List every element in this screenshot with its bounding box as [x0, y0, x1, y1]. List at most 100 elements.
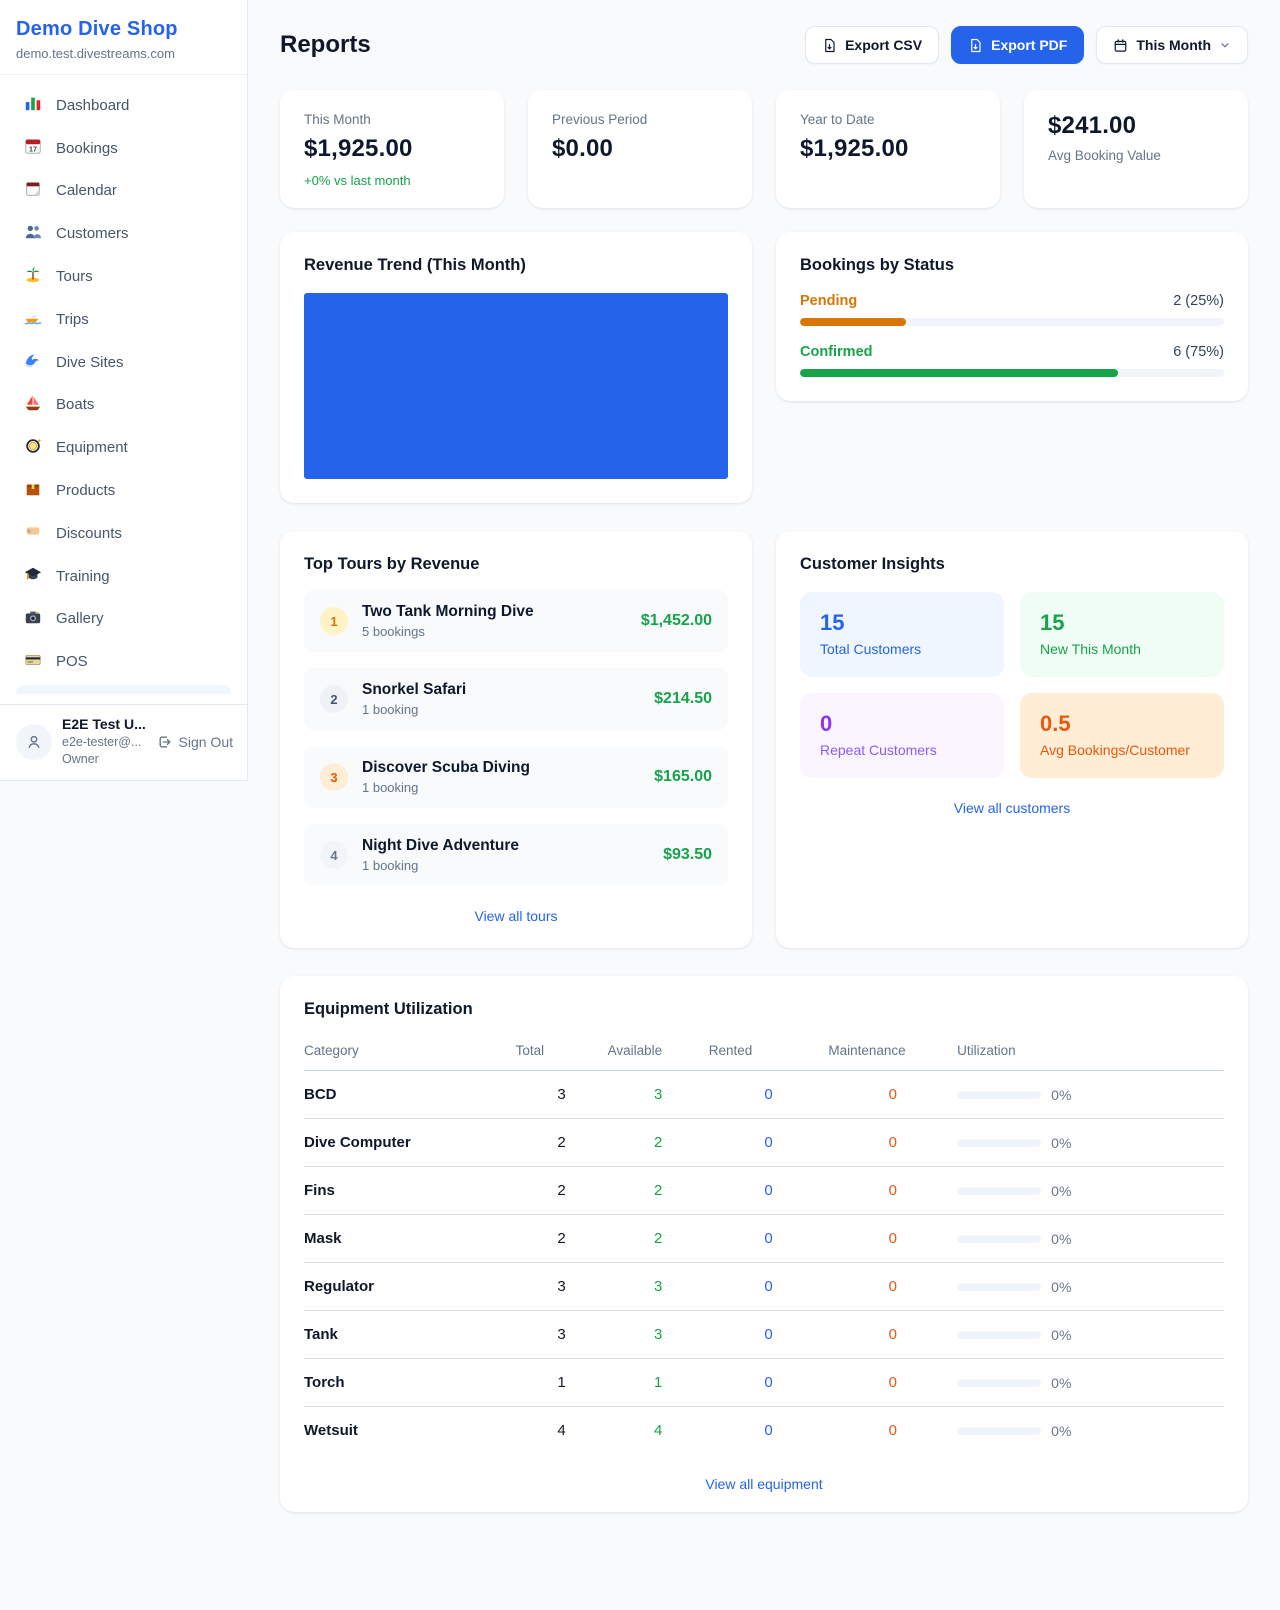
sidebar-item-label: Dashboard: [56, 97, 129, 114]
status-label: Pending: [800, 293, 857, 309]
sidebar-item-customers[interactable]: Customers: [8, 212, 239, 255]
export-pdf-label: Export PDF: [991, 37, 1067, 53]
tour-amount: $1,452.00: [641, 612, 712, 630]
stat-label: Previous Period: [552, 112, 728, 127]
stat-card-year-to-date: Year to Date $1,925.00: [776, 90, 1000, 208]
page-title: Reports: [280, 31, 371, 59]
people-icon: [24, 223, 42, 245]
sidebar-item-training[interactable]: Training: [8, 555, 239, 598]
utilization-value: 0%: [1051, 1087, 1071, 1103]
sidebar-item-label: Gallery: [56, 610, 104, 627]
status-row-pending: Pending 2 (25%): [800, 293, 1224, 326]
sidebar-item-boats[interactable]: Boats: [8, 384, 239, 427]
tour-row[interactable]: 2 Snorkel Safari 1 booking $214.50: [304, 668, 728, 730]
status-progress-track: [800, 318, 1224, 326]
tile-label: Total Customers: [820, 641, 984, 657]
sidebar-item-partial-highlight[interactable]: [16, 685, 231, 694]
available-cell: 1: [608, 1359, 709, 1407]
utilization-bar: [957, 1427, 1041, 1435]
status-progress-track: [800, 369, 1224, 377]
file-download-icon: [968, 38, 983, 53]
utilization-bar: [957, 1187, 1041, 1195]
view-all-customers-link[interactable]: View all customers: [800, 800, 1224, 816]
rented-cell: 0: [709, 1359, 829, 1407]
sidebar-item-tours[interactable]: Tours: [8, 255, 239, 298]
available-cell: 2: [608, 1119, 709, 1167]
rank-badge: 4: [320, 841, 348, 869]
view-all-tours-link[interactable]: View all tours: [304, 908, 728, 924]
available-cell: 3: [608, 1071, 709, 1119]
user-email: e2e-tester@...: [62, 734, 146, 751]
tour-row[interactable]: 4 Night Dive Adventure 1 booking $93.50: [304, 824, 728, 886]
header-actions: Export CSV Export PDF This Month: [805, 26, 1248, 64]
tour-row[interactable]: 3 Discover Scuba Diving 1 booking $165.0…: [304, 746, 728, 808]
sidebar-item-label: Discounts: [56, 525, 122, 542]
tour-bookings: 5 bookings: [362, 624, 534, 639]
table-row: Regulator 3 3 0 0 0%: [304, 1263, 1224, 1311]
utilization-cell: 0%: [957, 1135, 1224, 1151]
status-value: 6 (75%): [1173, 344, 1224, 360]
rank-badge: 1: [320, 607, 348, 635]
view-all-equipment-link[interactable]: View all equipment: [304, 1476, 1224, 1492]
total-cell: 3: [516, 1311, 608, 1359]
rented-cell: 0: [709, 1407, 829, 1455]
camera-icon: [24, 608, 42, 630]
status-progress-fill: [800, 318, 906, 326]
rank-badge: 2: [320, 685, 348, 713]
sign-out-button[interactable]: Sign Out: [157, 734, 233, 750]
sidebar-item-equipment[interactable]: Equipment: [8, 426, 239, 469]
sidebar-item-products[interactable]: Products: [8, 469, 239, 512]
sidebar-item-label: Trips: [56, 311, 89, 328]
column-header: Maintenance: [828, 1035, 957, 1071]
revenue-trend-card: Revenue Trend (This Month): [280, 232, 752, 503]
table-row: Dive Computer 2 2 0 0 0%: [304, 1119, 1224, 1167]
utilization-value: 0%: [1051, 1375, 1071, 1391]
sidebar-item-dashboard[interactable]: Dashboard: [8, 84, 239, 127]
sidebar-item-discounts[interactable]: Discounts: [8, 512, 239, 555]
page-header: Reports Export CSV Export PDF This Month: [280, 26, 1248, 64]
table-row: Mask 2 2 0 0 0%: [304, 1215, 1224, 1263]
status-value: 2 (25%): [1173, 293, 1224, 309]
column-header: Total: [516, 1035, 608, 1071]
utilization-value: 0%: [1051, 1135, 1071, 1151]
export-csv-button[interactable]: Export CSV: [805, 26, 939, 64]
category-cell: BCD: [304, 1071, 516, 1119]
sidebar-item-pos[interactable]: POS: [8, 640, 239, 683]
sidebar-item-dive-sites[interactable]: Dive Sites: [8, 341, 239, 384]
category-cell: Fins: [304, 1167, 516, 1215]
category-cell: Tank: [304, 1311, 516, 1359]
total-cell: 2: [516, 1167, 608, 1215]
stat-value: $1,925.00: [800, 135, 976, 163]
sidebar-item-trips[interactable]: Trips: [8, 298, 239, 341]
tour-name: Discover Scuba Diving: [362, 759, 530, 777]
person-icon: [25, 733, 43, 751]
table-row: Wetsuit 4 4 0 0 0%: [304, 1407, 1224, 1455]
insights-row: Top Tours by Revenue 1 Two Tank Morning …: [280, 531, 1248, 948]
sidebar-item-label: Products: [56, 482, 115, 499]
sidebar-item-gallery[interactable]: Gallery: [8, 598, 239, 641]
user-role: Owner: [62, 751, 146, 768]
period-dropdown[interactable]: This Month: [1096, 26, 1248, 64]
equipment-utilization-card: Equipment Utilization Category Total Ava…: [280, 976, 1248, 1512]
utilization-value: 0%: [1051, 1279, 1071, 1295]
rented-cell: 0: [709, 1071, 829, 1119]
tour-amount: $165.00: [654, 768, 712, 786]
tear-off-calendar-icon: [24, 180, 42, 202]
tour-row[interactable]: 1 Two Tank Morning Dive 5 bookings $1,45…: [304, 590, 728, 652]
revenue-trend-chart: [304, 293, 728, 479]
tour-name: Snorkel Safari: [362, 681, 466, 699]
category-cell: Torch: [304, 1359, 516, 1407]
sidebar-item-label: Customers: [56, 225, 129, 242]
speedboat-icon: [24, 308, 42, 330]
export-pdf-button[interactable]: Export PDF: [951, 26, 1084, 64]
sidebar-item-bookings[interactable]: 17 Bookings: [8, 127, 239, 170]
utilization-bar: [957, 1091, 1041, 1099]
revenue-trend-title: Revenue Trend (This Month): [304, 256, 728, 275]
tag-icon: [24, 522, 42, 544]
top-tours-card: Top Tours by Revenue 1 Two Tank Morning …: [280, 531, 752, 948]
user-name: E2E Test U...: [62, 715, 146, 734]
sidebar-item-calendar[interactable]: Calendar: [8, 170, 239, 213]
stat-value: $241.00: [1048, 112, 1224, 140]
sidebar: Demo Dive Shop demo.test.divestreams.com…: [0, 0, 248, 781]
bookings-by-status-card: Bookings by Status Pending 2 (25%) Confi…: [776, 232, 1248, 401]
